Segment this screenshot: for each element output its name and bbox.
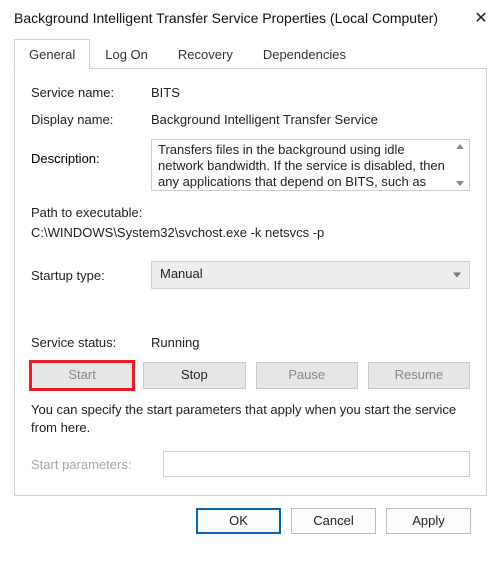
pause-button: Pause	[256, 362, 358, 389]
ok-button[interactable]: OK	[196, 508, 281, 534]
value-service-name: BITS	[151, 85, 180, 100]
tab-recovery[interactable]: Recovery	[163, 39, 248, 69]
tab-logon[interactable]: Log On	[90, 39, 163, 69]
description-textbox[interactable]: Transfers files in the background using …	[151, 139, 470, 191]
label-service-status: Service status:	[31, 335, 151, 350]
value-service-status: Running	[151, 335, 199, 350]
close-icon[interactable]: ✕	[471, 8, 491, 28]
tab-general[interactable]: General	[14, 39, 90, 69]
scroll-up-icon[interactable]	[456, 144, 464, 149]
label-description: Description:	[31, 139, 151, 166]
tab-dependencies[interactable]: Dependencies	[248, 39, 361, 69]
startup-type-value: Manual	[160, 266, 203, 281]
label-startup-type: Startup type:	[31, 268, 151, 283]
start-parameters-input[interactable]	[163, 451, 470, 477]
label-start-parameters: Start parameters:	[31, 457, 163, 472]
title-bar: Background Intelligent Transfer Service …	[0, 0, 501, 34]
value-path: C:\WINDOWS\System32\svchost.exe -k netsv…	[31, 223, 470, 243]
tab-strip: General Log On Recovery Dependencies	[14, 38, 487, 69]
window-title: Background Intelligent Transfer Service …	[14, 10, 438, 26]
value-display-name: Background Intelligent Transfer Service	[151, 112, 378, 127]
startup-type-select[interactable]: Manual	[151, 261, 470, 289]
start-button[interactable]: Start	[31, 362, 133, 389]
cancel-button[interactable]: Cancel	[291, 508, 376, 534]
tab-panel-general: Service name: BITS Display name: Backgro…	[14, 69, 487, 496]
apply-button[interactable]: Apply	[386, 508, 471, 534]
hint-text: You can specify the start parameters tha…	[31, 401, 470, 437]
description-scrollbar[interactable]	[453, 142, 467, 188]
resume-button: Resume	[368, 362, 470, 389]
scroll-down-icon[interactable]	[456, 181, 464, 186]
label-path: Path to executable:	[31, 203, 470, 223]
stop-button[interactable]: Stop	[143, 362, 245, 389]
value-description: Transfers files in the background using …	[158, 142, 445, 191]
label-display-name: Display name:	[31, 112, 151, 127]
label-service-name: Service name:	[31, 85, 151, 100]
dialog-footer: OK Cancel Apply	[14, 496, 487, 534]
